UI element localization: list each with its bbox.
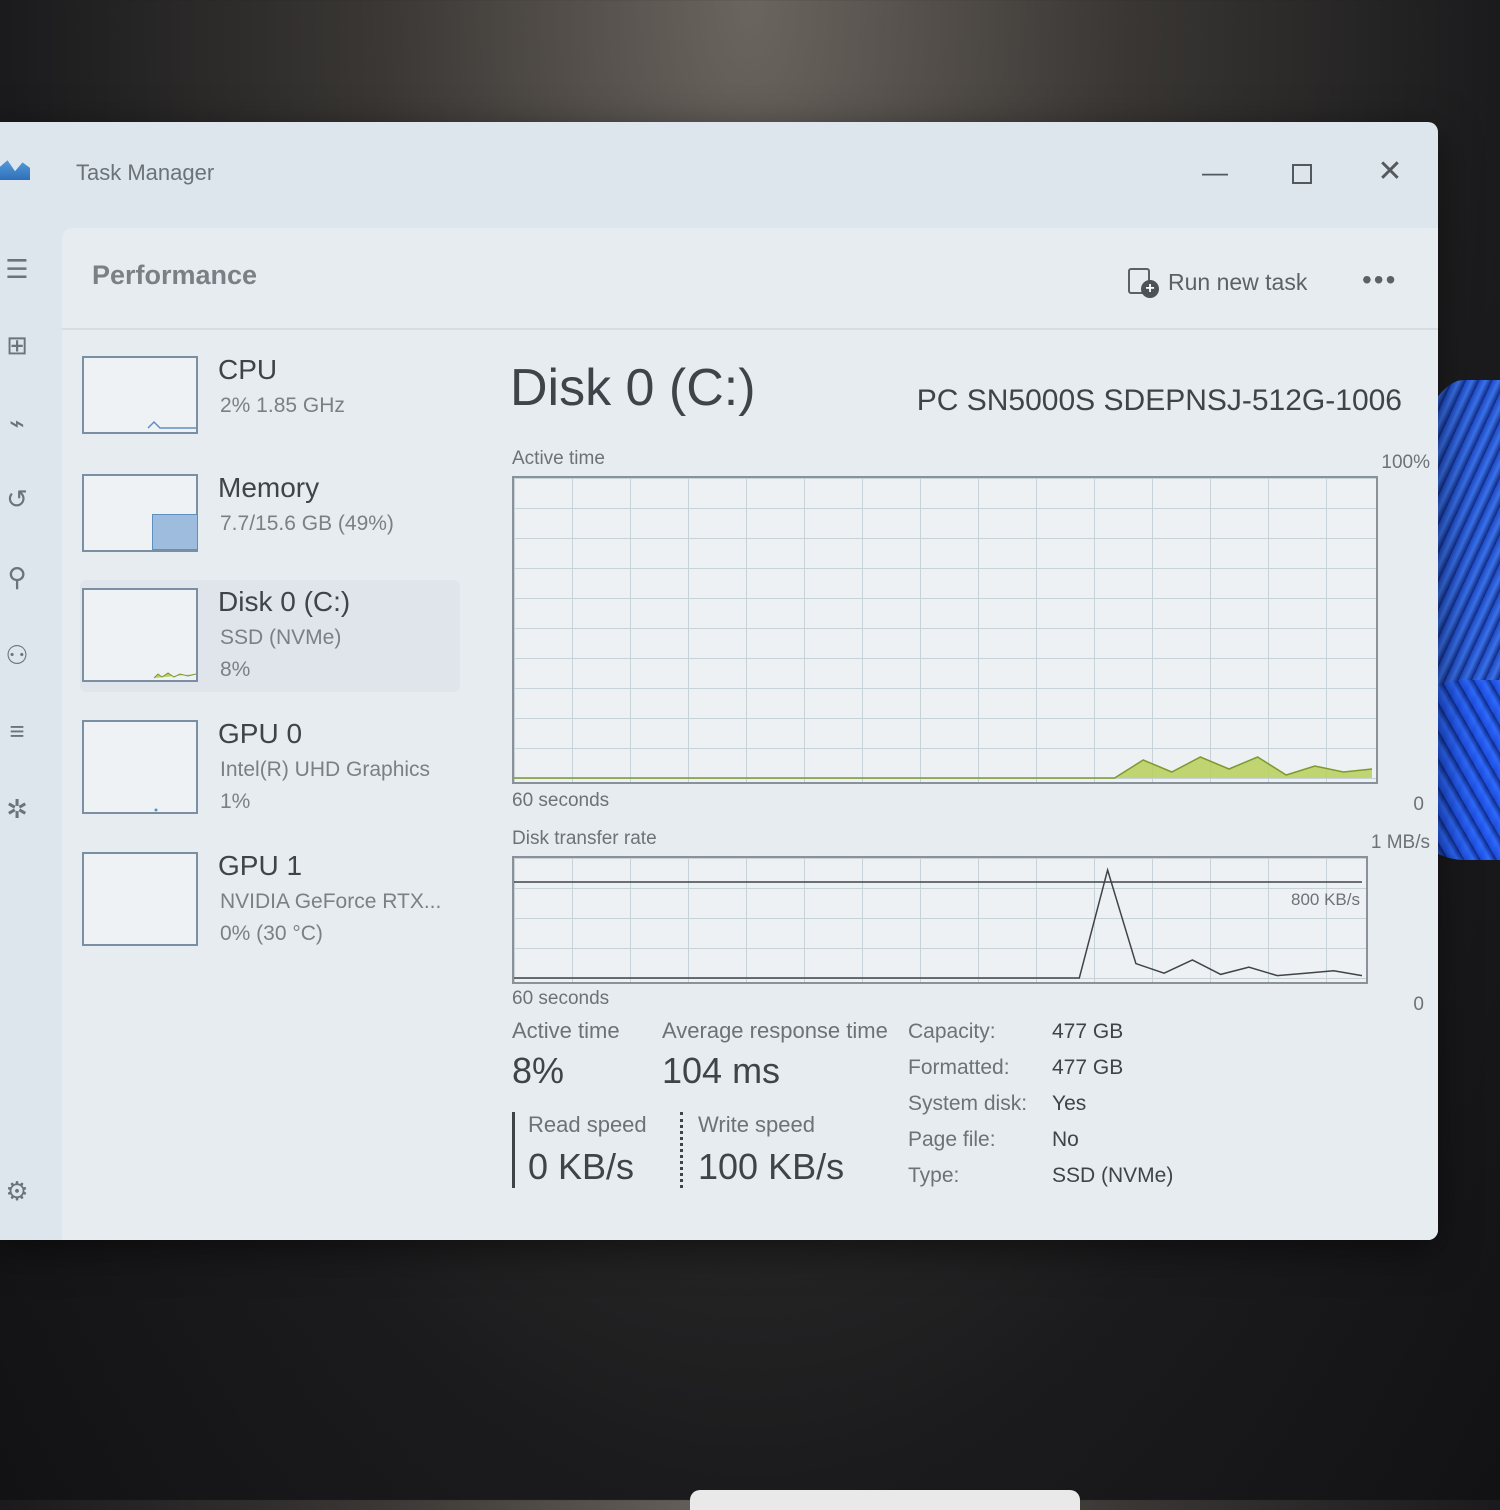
transfer-chart-x-right: 0 [1413,994,1424,1015]
more-options-button[interactable]: ••• [1362,264,1397,296]
transfer-chart-x-left: 60 seconds [512,988,610,1009]
taskbar-edge [690,1490,1080,1510]
task-manager-window: Task Manager — ✕ ☰ ⊞ ⌁ ↺ ⚲ ⚇ ≡ ✲ ⚙ Perfo… [0,122,1438,1240]
read-speed-indicator [512,1112,515,1188]
close-button[interactable]: ✕ [1370,152,1410,192]
maximize-icon [1292,164,1312,185]
header-divider [62,328,1438,330]
nav-rail: ☰ ⊞ ⌁ ↺ ⚲ ⚇ ≡ ✲ ⚙ [0,222,60,1240]
avg-response-value: 104 ms [662,1050,781,1091]
device-name: GPU 1 [218,850,303,881]
performance-content: Performance + Run new task ••• CPU 2% 1.… [62,228,1438,1240]
system-disk-label: System disk: [908,1092,1028,1115]
device-sub: 7.7/15.6 GB (49%) [220,512,394,535]
active-time-chart-label: Active time [512,448,605,469]
active-time-area [514,757,1372,778]
device-usage: 0% (30 °C) [220,922,323,945]
hamburger-icon[interactable]: ☰ [0,252,34,286]
transfer-rate-chart-svg [514,867,1363,979]
transfer-chart-label: Disk transfer rate [512,828,657,849]
transfer-series-line-0 [514,867,1363,979]
active-time-value: 8% [512,1050,565,1091]
processes-icon[interactable]: ⊞ [0,328,34,362]
device-usage: 8% [220,658,251,681]
device-sub: 2% 1.85 GHz [220,394,345,417]
run-new-task-label: Run new task [1168,268,1308,295]
read-speed-label: Read speed [528,1112,647,1137]
title-bar[interactable]: Task Manager — ✕ [0,122,1438,222]
memory-thumbnail [82,474,198,552]
write-speed-indicator [680,1112,683,1188]
page-file-value: No [1052,1128,1079,1151]
memory-usage-fill [152,514,198,550]
details-icon[interactable]: ≡ [0,714,34,748]
transfer-rate-chart: 800 KB/s [512,856,1368,984]
device-sub: NVIDIA GeForce RTX... [220,890,442,913]
avg-response-label: Average response time [662,1018,888,1043]
services-icon[interactable]: ✲ [0,792,34,826]
device-name: Disk 0 (C:) [218,586,351,617]
write-speed-value: 100 KB/s [698,1146,845,1187]
page-file-label: Page file: [908,1128,996,1151]
write-speed-label: Write speed [698,1112,815,1137]
page-title: Performance [92,260,258,290]
disk-title: Disk 0 (C:) [510,359,756,417]
cpu-thumbnail [82,356,198,434]
transfer-chart-ref-label: 800 KB/s [1291,890,1360,909]
formatted-value: 477 GB [1052,1056,1124,1079]
performance-icon[interactable]: ⌁ [0,406,34,440]
maximize-button[interactable] [1282,152,1322,192]
device-gpu-0[interactable]: GPU 0 Intel(R) UHD Graphics 1% [80,712,460,824]
active-time-chart-max: 100% [1381,452,1430,473]
run-task-icon: + [1128,268,1159,298]
type-label: Type: [908,1164,960,1187]
active-time-chart-svg [514,756,1373,779]
task-manager-app-icon [0,160,30,180]
users-icon[interactable]: ⚇ [0,638,34,672]
capacity-label: Capacity: [908,1020,996,1043]
device-memory[interactable]: Memory 7.7/15.6 GB (49%) [80,466,460,578]
app-history-icon[interactable]: ↺ [0,482,34,516]
minimize-button[interactable]: — [1195,152,1235,192]
active-time-label: Active time [512,1018,620,1043]
run-new-task-button[interactable]: + Run new task [1128,262,1307,302]
startup-apps-icon[interactable]: ⚲ [0,560,34,594]
device-name: GPU 0 [218,718,303,749]
device-usage: 1% [220,790,251,813]
device-name: CPU [218,354,278,385]
active-time-chart-x-left: 60 seconds [512,790,610,811]
device-sub: Intel(R) UHD Graphics [220,758,431,781]
device-sub: SSD (NVMe) [220,626,342,649]
system-disk-value: Yes [1052,1092,1087,1115]
settings-icon[interactable]: ⚙ [0,1174,34,1208]
device-disk-0[interactable]: Disk 0 (C:) SSD (NVMe) 8% [80,580,460,692]
active-time-chart-x-right: 0 [1413,794,1424,815]
active-time-chart [512,476,1378,784]
device-cpu[interactable]: CPU 2% 1.85 GHz [80,348,460,460]
gpu0-thumbnail [82,720,198,814]
disk-model: PC SN5000S SDEPNSJ-512G-1006 [916,384,1402,417]
window-title: Task Manager [76,160,215,185]
formatted-label: Formatted: [908,1056,1010,1079]
read-speed-value: 0 KB/s [528,1146,635,1187]
disk-thumbnail [82,588,198,682]
device-name: Memory [218,472,320,503]
capacity-value: 477 GB [1052,1020,1124,1043]
device-gpu-1[interactable]: GPU 1 NVIDIA GeForce RTX... 0% (30 °C) [80,844,460,956]
transfer-chart-max: 1 MB/s [1370,832,1430,853]
type-value: SSD (NVMe) [1052,1164,1174,1187]
gpu1-thumbnail [82,852,198,946]
